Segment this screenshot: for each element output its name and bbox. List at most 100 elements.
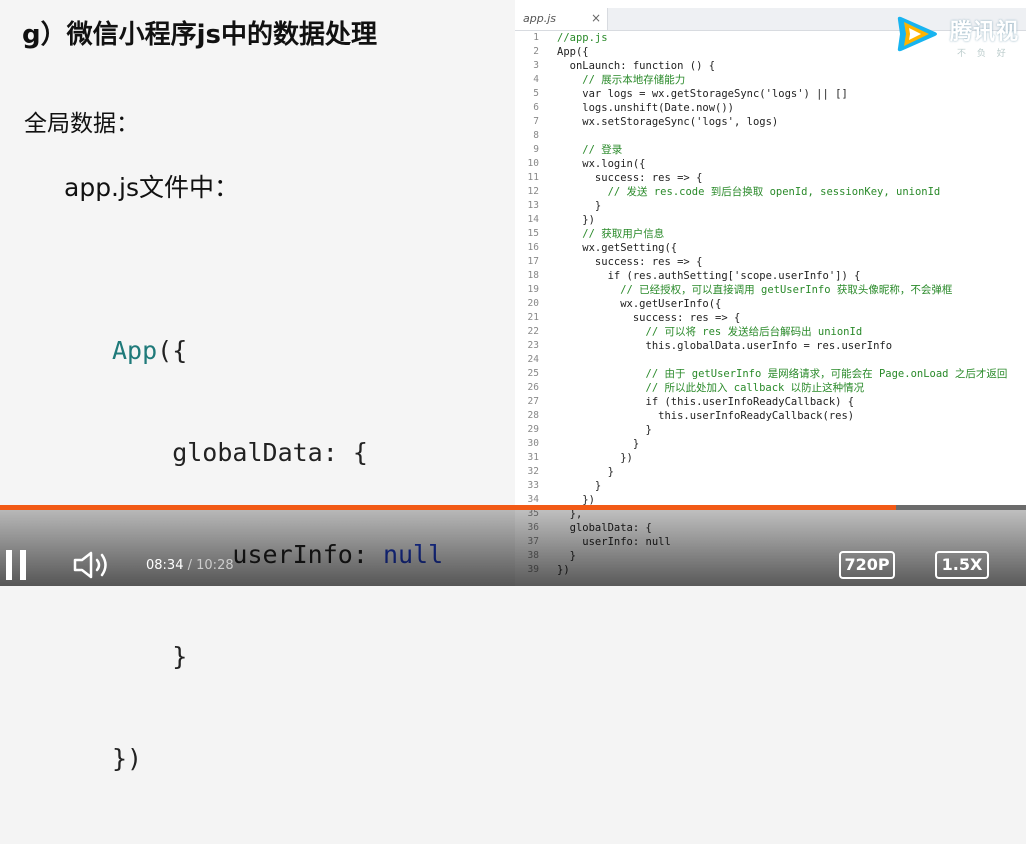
code-line: 22 // 可以将 res 发送给后台解码出 unionId xyxy=(515,325,1026,339)
line-number: 24 xyxy=(527,354,539,365)
line-number: 26 xyxy=(527,382,539,393)
line-text: }) xyxy=(557,452,633,464)
tencent-video-logo-icon xyxy=(897,16,937,52)
slide-code-line: } xyxy=(112,642,188,671)
code-line: 3 onLaunch: function () { xyxy=(515,59,1026,73)
line-text: if (this.userInfoReadyCallback) { xyxy=(557,396,855,408)
line-number: 28 xyxy=(527,410,539,421)
line-number: 20 xyxy=(527,298,539,309)
line-number: 12 xyxy=(527,186,539,197)
global-data-label: 全局数据： xyxy=(24,111,139,137)
code-editor: app.js × 1//app.js 2 App({3 onLaunch: func… xyxy=(515,0,1026,586)
speed-button[interactable]: 1.5X xyxy=(935,551,989,579)
line-text: wx.getUserInfo({ xyxy=(557,298,722,310)
line-number: 7 xyxy=(533,116,539,127)
line-text: } xyxy=(557,480,602,492)
line-text: logs.unshift(Date.now()) xyxy=(557,102,735,114)
line-number: 4 xyxy=(533,74,539,85)
current-time: 08:34 xyxy=(146,558,184,573)
line-text: App({ xyxy=(557,46,589,58)
pause-icon xyxy=(6,550,12,580)
line-number: 22 xyxy=(527,326,539,337)
pause-button[interactable] xyxy=(6,550,28,580)
line-number: 17 xyxy=(527,256,539,267)
line-number: 9 xyxy=(533,144,539,155)
line-number: 19 xyxy=(527,284,539,295)
line-text: wx.getSetting({ xyxy=(557,242,678,254)
code-line: 24 xyxy=(515,353,1026,367)
line-number: 15 xyxy=(527,228,539,239)
watermark-text: 腾讯视 xyxy=(950,20,1020,45)
line-text: // 所以此处加入 callback 以防止这种情况 xyxy=(557,382,865,394)
code-line: 13 } xyxy=(515,199,1026,213)
line-number: 30 xyxy=(527,438,539,449)
line-text: //app.js xyxy=(557,32,608,44)
line-text: // 由于 getUserInfo 是网络请求，可能会在 Page.onLoad… xyxy=(557,368,1008,380)
line-text: success: res => { xyxy=(557,256,703,268)
line-number: 6 xyxy=(533,102,539,113)
line-number: 14 xyxy=(527,214,539,225)
code-line: 27 if (this.userInfoReadyCallback) { xyxy=(515,395,1026,409)
line-text: if (res.authSetting['scope.userInfo']) { xyxy=(557,270,861,282)
code-line: 30 } xyxy=(515,437,1026,451)
line-text: } xyxy=(557,466,614,478)
code-line: 8 xyxy=(515,129,1026,143)
code-area[interactable]: 1//app.js 2 App({3 onLaunch: function () {… xyxy=(515,31,1026,577)
code-line: 26 // 所以此处加入 callback 以防止这种情况 xyxy=(515,381,1026,395)
duration: 10:28 xyxy=(196,558,234,573)
line-text: // 登录 xyxy=(557,144,623,156)
line-number: 1 xyxy=(533,32,539,43)
quality-button[interactable]: 720P xyxy=(839,551,895,579)
code-line: 19 // 已经授权，可以直接调用 getUserInfo 获取头像昵称，不会弹… xyxy=(515,283,1026,297)
code-line: 25 // 由于 getUserInfo 是网络请求，可能会在 Page.onL… xyxy=(515,367,1026,381)
line-text: } xyxy=(557,424,652,436)
slide-code-line: }) xyxy=(112,744,143,773)
code-line: 9 // 登录 xyxy=(515,143,1026,157)
pause-icon xyxy=(20,550,26,580)
code-line: 18 if (res.authSetting['scope.userInfo']… xyxy=(515,269,1026,283)
code-line: 31 }) xyxy=(515,451,1026,465)
time-separator: / xyxy=(187,558,192,573)
line-text: // 已经授权，可以直接调用 getUserInfo 获取头像昵称，不会弹框 xyxy=(557,284,953,296)
line-text: this.globalData.userInfo = res.userInfo xyxy=(557,340,893,352)
line-text: // 可以将 res 发送给后台解码出 unionId xyxy=(557,326,863,338)
line-text: success: res => { xyxy=(557,312,741,324)
line-number: 16 xyxy=(527,242,539,253)
line-text: wx.setStorageSync('logs', logs) xyxy=(557,116,779,128)
close-icon[interactable]: × xyxy=(591,11,601,25)
volume-icon[interactable] xyxy=(72,550,112,580)
code-line: 17 success: res => { xyxy=(515,255,1026,269)
line-text: success: res => { xyxy=(557,172,703,184)
line-number: 13 xyxy=(527,200,539,211)
code-line: 14 }) xyxy=(515,213,1026,227)
line-number: 3 xyxy=(533,60,539,71)
line-number: 33 xyxy=(527,480,539,491)
line-number: 8 xyxy=(533,130,539,141)
slide-title: g）微信小程序js中的数据处理 xyxy=(22,20,377,50)
line-number: 21 xyxy=(527,312,539,323)
file-label: app.js文件中： xyxy=(64,173,239,202)
line-number: 10 xyxy=(527,158,539,169)
code-line: 16 wx.getSetting({ xyxy=(515,241,1026,255)
editor-tab[interactable]: app.js × xyxy=(515,8,608,30)
watermark-subtext: 不 负 好 xyxy=(957,49,1010,59)
player-controls: 08:34 / 10:28 720P 1.5X xyxy=(0,510,1026,586)
code-line: 21 success: res => { xyxy=(515,311,1026,325)
line-number: 31 xyxy=(527,452,539,463)
code-line: 23 this.globalData.userInfo = res.userIn… xyxy=(515,339,1026,353)
line-text: } xyxy=(557,200,602,212)
code-line: 6 logs.unshift(Date.now()) xyxy=(515,101,1026,115)
code-line: 7 wx.setStorageSync('logs', logs) xyxy=(515,115,1026,129)
code-line: 29 } xyxy=(515,423,1026,437)
line-number: 29 xyxy=(527,424,539,435)
line-number: 18 xyxy=(527,270,539,281)
line-number: 23 xyxy=(527,340,539,351)
time-display: 08:34 / 10:28 xyxy=(146,558,234,573)
line-number: 27 xyxy=(527,396,539,407)
line-number: 25 xyxy=(527,368,539,379)
code-line: 10 wx.login({ xyxy=(515,157,1026,171)
line-text: var logs = wx.getStorageSync('logs') || … xyxy=(557,88,848,100)
slide-panel: g）微信小程序js中的数据处理 全局数据： app.js文件中： App({ g… xyxy=(0,0,515,773)
line-text: // 获取用户信息 xyxy=(557,228,665,240)
editor-tab-name: app.js xyxy=(523,12,556,25)
